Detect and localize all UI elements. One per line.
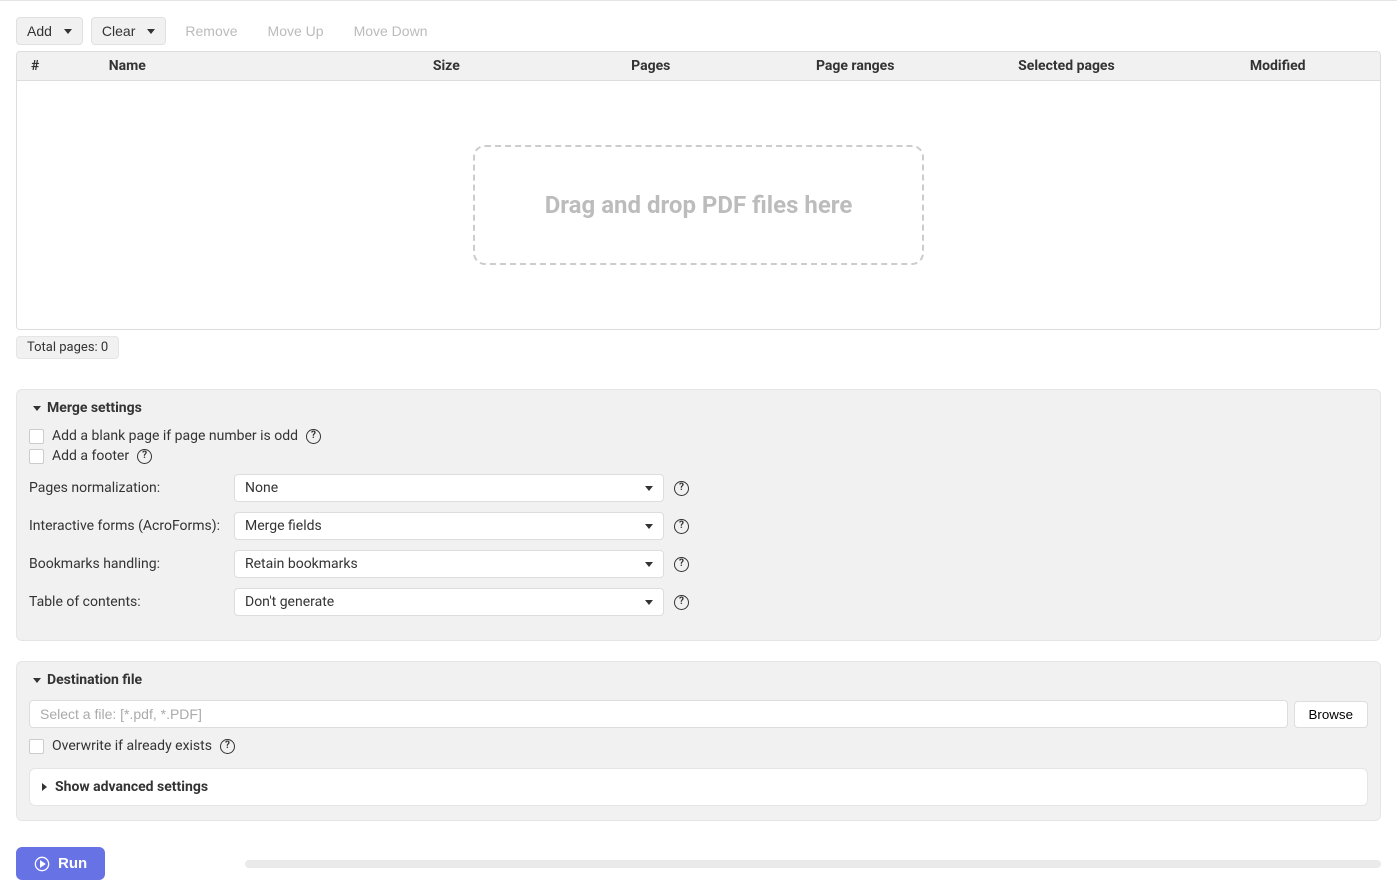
destination-file-input[interactable] (29, 700, 1288, 728)
col-header-modified[interactable]: Modified (1175, 52, 1379, 80)
run-button-label: Run (58, 855, 87, 872)
chevron-down-icon (645, 600, 653, 605)
merge-settings-header[interactable]: Merge settings (29, 400, 1368, 416)
advanced-settings-label: Show advanced settings (55, 779, 208, 795)
play-icon (34, 856, 50, 872)
move-down-button: Move Down (343, 17, 439, 45)
help-icon[interactable]: ? (674, 595, 689, 610)
file-list-toolbar: Add Clear Remove Move Up Move Down (16, 17, 1381, 45)
normalization-value: None (245, 480, 278, 496)
chevron-down-icon (64, 29, 72, 34)
status-bar: Total pages: 0 (16, 336, 1381, 359)
toc-label: Table of contents: (29, 594, 234, 610)
table-header-row: # Name Size Pages Page ranges Selected p… (17, 52, 1380, 81)
help-icon[interactable]: ? (220, 739, 235, 754)
chevron-down-icon (645, 524, 653, 529)
bookmarks-value: Retain bookmarks (245, 556, 358, 572)
acroforms-select[interactable]: Merge fields (234, 512, 664, 540)
col-header-page-ranges[interactable]: Page ranges (753, 52, 957, 80)
clear-button-label: Clear (102, 23, 135, 39)
normalization-label: Pages normalization: (29, 480, 234, 496)
remove-button-label: Remove (185, 23, 237, 39)
drop-hint: Drag and drop PDF files here (473, 145, 925, 265)
overwrite-label: Overwrite if already exists (52, 738, 212, 754)
toc-value: Don't generate (245, 594, 334, 610)
col-header-pages[interactable]: Pages (549, 52, 753, 80)
add-button-label: Add (27, 23, 52, 39)
destination-title: Destination file (47, 672, 142, 688)
bookmarks-label: Bookmarks handling: (29, 556, 234, 572)
overwrite-checkbox[interactable] (29, 739, 44, 754)
col-header-name[interactable]: Name (99, 52, 344, 80)
merge-settings-title: Merge settings (47, 400, 142, 416)
move-up-button: Move Up (257, 17, 335, 45)
help-icon[interactable]: ? (674, 481, 689, 496)
acroforms-label: Interactive forms (AcroForms): (29, 518, 234, 534)
chevron-right-icon (42, 783, 47, 791)
run-button[interactable]: Run (16, 847, 105, 880)
help-icon[interactable]: ? (306, 429, 321, 444)
destination-header[interactable]: Destination file (29, 672, 1368, 688)
advanced-settings-toggle[interactable]: Show advanced settings (29, 768, 1368, 806)
horizontal-scrollbar[interactable] (245, 860, 1381, 868)
total-pages-chip: Total pages: 0 (16, 336, 119, 359)
remove-button: Remove (174, 17, 248, 45)
acroforms-value: Merge fields (245, 518, 322, 534)
col-header-selected-pages[interactable]: Selected pages (957, 52, 1175, 80)
blank-page-label: Add a blank page if page number is odd (52, 428, 298, 444)
chevron-down-icon (645, 486, 653, 491)
bookmarks-select[interactable]: Retain bookmarks (234, 550, 664, 578)
footer-label: Add a footer (52, 448, 129, 464)
col-header-size[interactable]: Size (344, 52, 548, 80)
clear-button[interactable]: Clear (91, 17, 166, 45)
chevron-down-icon (147, 29, 155, 34)
move-up-button-label: Move Up (268, 23, 324, 39)
col-header-index[interactable]: # (17, 52, 99, 80)
toc-select[interactable]: Don't generate (234, 588, 664, 616)
blank-page-checkbox[interactable] (29, 429, 44, 444)
destination-panel: Destination file Browse Overwrite if alr… (16, 661, 1381, 821)
browse-button[interactable]: Browse (1294, 701, 1368, 728)
chevron-down-icon (33, 406, 41, 411)
chevron-down-icon (33, 678, 41, 683)
file-table: # Name Size Pages Page ranges Selected p… (16, 51, 1381, 330)
help-icon[interactable]: ? (674, 519, 689, 534)
move-down-button-label: Move Down (354, 23, 428, 39)
drop-area[interactable]: Drag and drop PDF files here (17, 81, 1380, 329)
merge-settings-panel: Merge settings Add a blank page if page … (16, 389, 1381, 641)
help-icon[interactable]: ? (674, 557, 689, 572)
chevron-down-icon (645, 562, 653, 567)
add-button[interactable]: Add (16, 17, 83, 45)
normalization-select[interactable]: None (234, 474, 664, 502)
browse-button-label: Browse (1309, 707, 1353, 722)
help-icon[interactable]: ? (137, 449, 152, 464)
footer-checkbox[interactable] (29, 449, 44, 464)
